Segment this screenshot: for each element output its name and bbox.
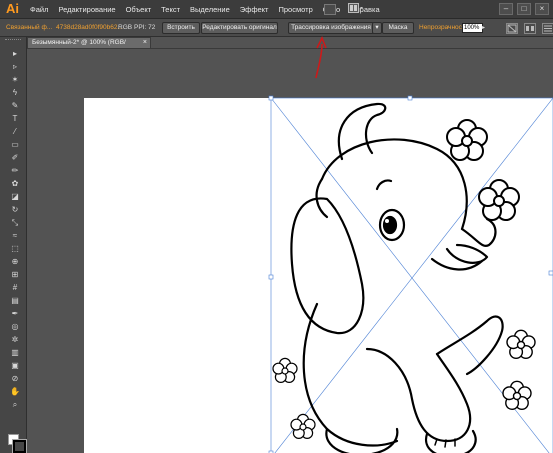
shape-builder-tool-icon[interactable]: ⊕ bbox=[10, 257, 20, 266]
app-logo: Ai bbox=[6, 1, 19, 16]
object-type-link[interactable]: Связанный ф... bbox=[6, 24, 52, 31]
menu-select[interactable]: Выделение bbox=[186, 5, 236, 14]
edit-original-button[interactable]: Редактировать оригинал bbox=[201, 22, 278, 34]
ppi-value: PPI: 72 bbox=[134, 24, 156, 31]
gradient-tool-icon[interactable]: ▤ bbox=[10, 296, 20, 305]
window-controls: – □ × bbox=[499, 3, 549, 15]
arrange-documents-icon[interactable] bbox=[348, 3, 364, 14]
document-tab[interactable]: Безымянный-2* @ 100% (RGB/Просмотр) × bbox=[27, 37, 151, 56]
control-bar: Связанный ф... 4738d28ad0f0f90b62... RGB… bbox=[0, 19, 553, 37]
menu-edit[interactable]: Редактирование bbox=[54, 5, 121, 14]
stroke-color-swatch[interactable] bbox=[12, 439, 27, 453]
perspective-grid-tool-icon[interactable]: ⊞ bbox=[10, 270, 20, 279]
menu-file[interactable]: Файл bbox=[26, 5, 54, 14]
panel-menu-icon[interactable] bbox=[542, 23, 553, 34]
slice-tool-icon[interactable]: ⊘ bbox=[10, 374, 20, 383]
rotate-tool-icon[interactable]: ↻ bbox=[10, 205, 20, 214]
bridge-icon[interactable] bbox=[324, 4, 336, 15]
menu-bar: Ai Файл Редактирование Объект Текст Выде… bbox=[0, 0, 553, 19]
lasso-tool-icon[interactable]: ϟ bbox=[10, 88, 20, 97]
canvas-area[interactable] bbox=[27, 49, 553, 453]
rectangle-tool-icon[interactable]: ▭ bbox=[10, 140, 20, 149]
eraser-tool-icon[interactable]: ◪ bbox=[10, 192, 20, 201]
hand-tool-icon[interactable]: ✋ bbox=[10, 387, 20, 396]
scale-tool-icon[interactable]: ⤡ bbox=[10, 218, 20, 227]
opacity-input[interactable]: 100% bbox=[462, 23, 483, 33]
paintbrush-tool-icon[interactable]: ✐ bbox=[10, 153, 20, 162]
color-mode: RGB bbox=[118, 24, 133, 31]
blob-brush-tool-icon[interactable]: ✿ bbox=[10, 179, 20, 188]
selection-tool-icon[interactable]: ▸ bbox=[10, 49, 20, 58]
mesh-tool-icon[interactable]: # bbox=[10, 283, 20, 292]
blend-tool-icon[interactable]: ◎ bbox=[10, 322, 20, 331]
opacity-dropdown-arrow[interactable]: ▸ bbox=[482, 24, 485, 31]
column-graph-tool-icon[interactable]: ▥ bbox=[10, 348, 20, 357]
line-tool-icon[interactable]: ⁄ bbox=[10, 127, 20, 136]
placed-image-elephant[interactable] bbox=[27, 49, 553, 453]
trace-presets-dropdown[interactable]: ▾ bbox=[372, 22, 382, 34]
close-tab-icon[interactable]: × bbox=[143, 38, 147, 48]
close-button[interactable]: × bbox=[535, 3, 549, 15]
pencil-tool-icon[interactable]: ✏ bbox=[10, 166, 20, 175]
type-tool-icon[interactable]: T bbox=[10, 114, 20, 123]
warp-tool-icon[interactable]: ≈ bbox=[10, 231, 20, 240]
menu-view[interactable]: Просмотр bbox=[275, 5, 319, 14]
transform-icon[interactable] bbox=[506, 23, 518, 34]
align-icon[interactable] bbox=[524, 23, 536, 34]
pen-tool-icon[interactable]: ✎ bbox=[10, 101, 20, 110]
minimize-button[interactable]: – bbox=[499, 3, 513, 15]
image-trace-button[interactable]: Трассировка изображения bbox=[288, 22, 374, 34]
panel-grip[interactable] bbox=[5, 39, 21, 43]
linked-filename[interactable]: 4738d28ad0f0f90b62... bbox=[56, 24, 123, 31]
eyedropper-tool-icon[interactable]: ✒ bbox=[10, 309, 20, 318]
symbol-sprayer-tool-icon[interactable]: ✲ bbox=[10, 335, 20, 344]
flower-decoration bbox=[272, 119, 536, 440]
maximize-button[interactable]: □ bbox=[517, 3, 531, 15]
embed-button[interactable]: Встроить bbox=[162, 22, 200, 34]
direct-selection-tool-icon[interactable]: ▹ bbox=[10, 62, 20, 71]
tools-panel: ▸ ▹ ✶ ϟ ✎ T ⁄ ▭ ✐ ✏ ✿ ◪ ↻ ⤡ ≈ ⬚ ⊕ ⊞ # ▤ ✒ ◎ ✲ ▥ ▣ ⊘ ✋ ⌕ bbox=[0, 37, 27, 453]
free-transform-tool-icon[interactable]: ⬚ bbox=[10, 244, 20, 253]
menu-object[interactable]: Объект bbox=[122, 5, 158, 14]
artboard-tool-icon[interactable]: ▣ bbox=[10, 361, 20, 370]
magic-wand-tool-icon[interactable]: ✶ bbox=[10, 75, 20, 84]
menu-effect[interactable]: Эффект bbox=[236, 5, 275, 14]
control-bar-icons bbox=[506, 23, 553, 34]
menu-type[interactable]: Текст bbox=[157, 5, 186, 14]
zoom-tool-icon[interactable]: ⌕ bbox=[10, 400, 20, 409]
mask-button[interactable]: Маска bbox=[382, 22, 414, 34]
